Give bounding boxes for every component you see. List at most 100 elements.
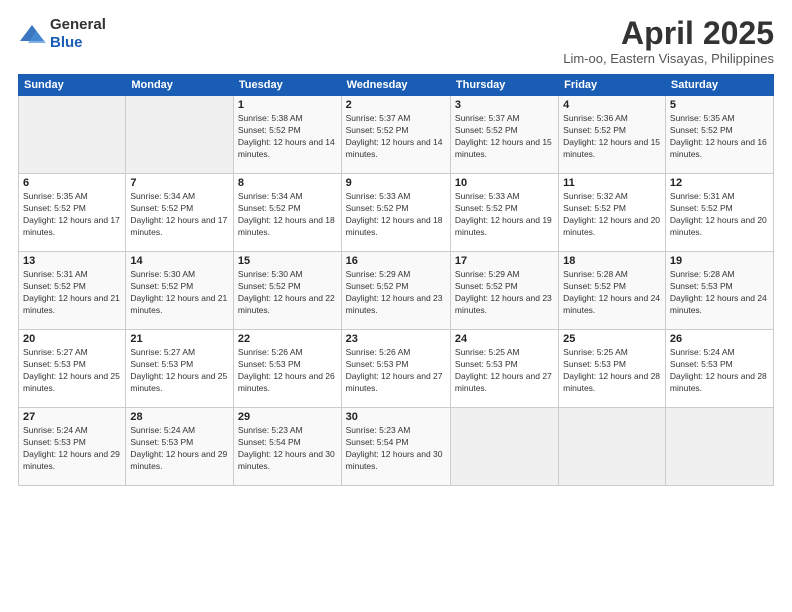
day-info: Sunrise: 5:35 AMSunset: 5:52 PMDaylight:… — [23, 191, 121, 239]
table-row: 5 Sunrise: 5:35 AMSunset: 5:52 PMDayligh… — [665, 96, 773, 174]
table-row: 21 Sunrise: 5:27 AMSunset: 5:53 PMDaylig… — [126, 330, 234, 408]
day-number: 2 — [346, 99, 446, 111]
day-info: Sunrise: 5:33 AMSunset: 5:52 PMDaylight:… — [455, 191, 554, 239]
table-row: 9 Sunrise: 5:33 AMSunset: 5:52 PMDayligh… — [341, 174, 450, 252]
day-info: Sunrise: 5:29 AMSunset: 5:52 PMDaylight:… — [346, 269, 446, 317]
logo-blue: Blue — [50, 34, 83, 51]
table-row: 22 Sunrise: 5:26 AMSunset: 5:53 PMDaylig… — [233, 330, 341, 408]
table-row: 4 Sunrise: 5:36 AMSunset: 5:52 PMDayligh… — [559, 96, 666, 174]
day-number: 29 — [238, 411, 337, 423]
table-row: 16 Sunrise: 5:29 AMSunset: 5:52 PMDaylig… — [341, 252, 450, 330]
day-number: 21 — [130, 333, 229, 345]
table-row: 14 Sunrise: 5:30 AMSunset: 5:52 PMDaylig… — [126, 252, 234, 330]
header-friday: Friday — [559, 75, 666, 96]
header-sunday: Sunday — [19, 75, 126, 96]
day-info: Sunrise: 5:30 AMSunset: 5:52 PMDaylight:… — [238, 269, 337, 317]
day-info: Sunrise: 5:34 AMSunset: 5:52 PMDaylight:… — [130, 191, 229, 239]
table-row: 20 Sunrise: 5:27 AMSunset: 5:53 PMDaylig… — [19, 330, 126, 408]
day-info: Sunrise: 5:34 AMSunset: 5:52 PMDaylight:… — [238, 191, 337, 239]
day-number: 11 — [563, 177, 661, 189]
day-number: 12 — [670, 177, 769, 189]
day-info: Sunrise: 5:33 AMSunset: 5:52 PMDaylight:… — [346, 191, 446, 239]
table-row: 2 Sunrise: 5:37 AMSunset: 5:52 PMDayligh… — [341, 96, 450, 174]
table-row — [665, 408, 773, 486]
table-row: 10 Sunrise: 5:33 AMSunset: 5:52 PMDaylig… — [450, 174, 558, 252]
day-info: Sunrise: 5:37 AMSunset: 5:52 PMDaylight:… — [346, 113, 446, 161]
calendar-table: Sunday Monday Tuesday Wednesday Thursday… — [18, 74, 774, 486]
table-row: 11 Sunrise: 5:32 AMSunset: 5:52 PMDaylig… — [559, 174, 666, 252]
table-row: 19 Sunrise: 5:28 AMSunset: 5:53 PMDaylig… — [665, 252, 773, 330]
day-info: Sunrise: 5:28 AMSunset: 5:53 PMDaylight:… — [670, 269, 769, 317]
day-number: 3 — [455, 99, 554, 111]
header-thursday: Thursday — [450, 75, 558, 96]
day-info: Sunrise: 5:38 AMSunset: 5:52 PMDaylight:… — [238, 113, 337, 161]
day-number: 14 — [130, 255, 229, 267]
day-info: Sunrise: 5:27 AMSunset: 5:53 PMDaylight:… — [130, 347, 229, 395]
day-info: Sunrise: 5:36 AMSunset: 5:52 PMDaylight:… — [563, 113, 661, 161]
day-number: 17 — [455, 255, 554, 267]
day-info: Sunrise: 5:32 AMSunset: 5:52 PMDaylight:… — [563, 191, 661, 239]
title-block: April 2025 Lim-oo, Eastern Visayas, Phil… — [563, 16, 774, 66]
table-row: 7 Sunrise: 5:34 AMSunset: 5:52 PMDayligh… — [126, 174, 234, 252]
header-wednesday: Wednesday — [341, 75, 450, 96]
day-number: 27 — [23, 411, 121, 423]
table-row: 25 Sunrise: 5:25 AMSunset: 5:53 PMDaylig… — [559, 330, 666, 408]
day-number: 20 — [23, 333, 121, 345]
week-row-4: 20 Sunrise: 5:27 AMSunset: 5:53 PMDaylig… — [19, 330, 774, 408]
day-info: Sunrise: 5:23 AMSunset: 5:54 PMDaylight:… — [346, 425, 446, 473]
day-info: Sunrise: 5:29 AMSunset: 5:52 PMDaylight:… — [455, 269, 554, 317]
day-number: 24 — [455, 333, 554, 345]
day-info: Sunrise: 5:35 AMSunset: 5:52 PMDaylight:… — [670, 113, 769, 161]
weekday-header-row: Sunday Monday Tuesday Wednesday Thursday… — [19, 75, 774, 96]
week-row-5: 27 Sunrise: 5:24 AMSunset: 5:53 PMDaylig… — [19, 408, 774, 486]
table-row: 18 Sunrise: 5:28 AMSunset: 5:52 PMDaylig… — [559, 252, 666, 330]
table-row: 29 Sunrise: 5:23 AMSunset: 5:54 PMDaylig… — [233, 408, 341, 486]
week-row-2: 6 Sunrise: 5:35 AMSunset: 5:52 PMDayligh… — [19, 174, 774, 252]
day-number: 7 — [130, 177, 229, 189]
day-info: Sunrise: 5:31 AMSunset: 5:52 PMDaylight:… — [670, 191, 769, 239]
logo-icon — [18, 23, 46, 45]
day-info: Sunrise: 5:30 AMSunset: 5:52 PMDaylight:… — [130, 269, 229, 317]
day-number: 1 — [238, 99, 337, 111]
calendar-title: April 2025 — [563, 16, 774, 51]
header-tuesday: Tuesday — [233, 75, 341, 96]
table-row: 17 Sunrise: 5:29 AMSunset: 5:52 PMDaylig… — [450, 252, 558, 330]
day-number: 23 — [346, 333, 446, 345]
table-row: 26 Sunrise: 5:24 AMSunset: 5:53 PMDaylig… — [665, 330, 773, 408]
day-info: Sunrise: 5:28 AMSunset: 5:52 PMDaylight:… — [563, 269, 661, 317]
table-row: 8 Sunrise: 5:34 AMSunset: 5:52 PMDayligh… — [233, 174, 341, 252]
table-row — [559, 408, 666, 486]
day-info: Sunrise: 5:23 AMSunset: 5:54 PMDaylight:… — [238, 425, 337, 473]
table-row — [126, 96, 234, 174]
table-row: 30 Sunrise: 5:23 AMSunset: 5:54 PMDaylig… — [341, 408, 450, 486]
header-monday: Monday — [126, 75, 234, 96]
logo-general: General — [50, 16, 106, 33]
day-number: 10 — [455, 177, 554, 189]
day-number: 4 — [563, 99, 661, 111]
day-info: Sunrise: 5:26 AMSunset: 5:53 PMDaylight:… — [238, 347, 337, 395]
table-row: 3 Sunrise: 5:37 AMSunset: 5:52 PMDayligh… — [450, 96, 558, 174]
table-row: 15 Sunrise: 5:30 AMSunset: 5:52 PMDaylig… — [233, 252, 341, 330]
day-number: 22 — [238, 333, 337, 345]
day-number: 16 — [346, 255, 446, 267]
logo: General Blue — [18, 16, 106, 52]
day-info: Sunrise: 5:25 AMSunset: 5:53 PMDaylight:… — [563, 347, 661, 395]
table-row: 12 Sunrise: 5:31 AMSunset: 5:52 PMDaylig… — [665, 174, 773, 252]
day-info: Sunrise: 5:24 AMSunset: 5:53 PMDaylight:… — [130, 425, 229, 473]
day-info: Sunrise: 5:27 AMSunset: 5:53 PMDaylight:… — [23, 347, 121, 395]
table-row: 13 Sunrise: 5:31 AMSunset: 5:52 PMDaylig… — [19, 252, 126, 330]
table-row: 6 Sunrise: 5:35 AMSunset: 5:52 PMDayligh… — [19, 174, 126, 252]
day-number: 26 — [670, 333, 769, 345]
day-info: Sunrise: 5:26 AMSunset: 5:53 PMDaylight:… — [346, 347, 446, 395]
table-row: 23 Sunrise: 5:26 AMSunset: 5:53 PMDaylig… — [341, 330, 450, 408]
table-row: 27 Sunrise: 5:24 AMSunset: 5:53 PMDaylig… — [19, 408, 126, 486]
day-number: 9 — [346, 177, 446, 189]
calendar-subtitle: Lim-oo, Eastern Visayas, Philippines — [563, 51, 774, 66]
day-number: 25 — [563, 333, 661, 345]
day-number: 5 — [670, 99, 769, 111]
table-row: 28 Sunrise: 5:24 AMSunset: 5:53 PMDaylig… — [126, 408, 234, 486]
day-info: Sunrise: 5:25 AMSunset: 5:53 PMDaylight:… — [455, 347, 554, 395]
day-info: Sunrise: 5:24 AMSunset: 5:53 PMDaylight:… — [670, 347, 769, 395]
header-saturday: Saturday — [665, 75, 773, 96]
day-info: Sunrise: 5:24 AMSunset: 5:53 PMDaylight:… — [23, 425, 121, 473]
